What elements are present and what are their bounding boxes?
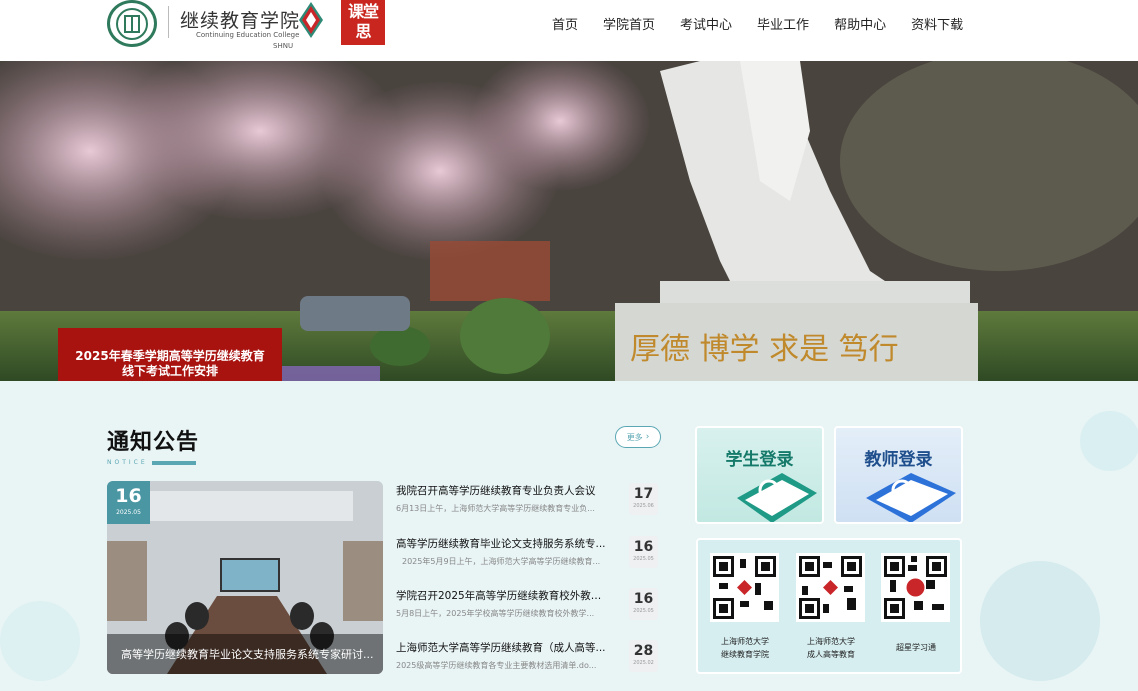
university-seal-logo[interactable] <box>107 0 157 47</box>
student-login-button[interactable]: 学生登录 <box>695 426 824 524</box>
notice-summary: 6月13日上午，上海师范大学高等学历继续教育专业负... <box>396 504 595 513</box>
notice-date-badge: 28 2025.02 <box>629 640 658 672</box>
qr-code-college-image <box>713 556 776 619</box>
teacher-book-icon <box>866 473 956 522</box>
nav-college-home[interactable]: 学院首页 <box>603 14 655 33</box>
notice-date-badge: 17 2025.06 <box>629 483 658 515</box>
notice-year-month: 2025.06 <box>633 503 654 509</box>
college-diamond-logo-icon <box>299 2 323 38</box>
banner-caption-text: 2025年春季学期高等学历继续教育线下考试工作安排 <box>75 349 265 378</box>
notice-year-month: 2025.05 <box>633 556 654 562</box>
nav-exam-center[interactable]: 考试中心 <box>680 14 732 33</box>
qr-label-chaoxing: 超星学习通 <box>871 641 961 654</box>
teacher-login-button[interactable]: 教师登录 <box>834 426 963 524</box>
qr-code-chaoxing[interactable] <box>881 553 950 622</box>
nav-help-center[interactable]: 帮助中心 <box>834 14 886 33</box>
college-name: 继续教育学院 <box>180 10 301 32</box>
site-header: 继续教育学院 Continuing Education College SHNU… <box>0 0 1138 61</box>
qr-code-adult-education[interactable] <box>796 553 865 622</box>
college-abbr: SHNU <box>273 42 294 50</box>
notice-item[interactable]: 我院召开高等学历继续教育专业负责人会议 6月13日上午，上海师范大学高等学历继续… <box>396 483 662 529</box>
student-book-icon <box>737 473 817 522</box>
notice-day: 16 <box>633 539 654 555</box>
nav-downloads[interactable]: 资料下载 <box>911 14 963 33</box>
qr-code-panel: 上海师范大学 继续教育学院 上海师范大学 成人高等教育 超星学习通 <box>696 538 962 674</box>
ketang-logo-text: 课堂思 <box>347 2 379 41</box>
notice-summary: 5月8日上午，2025年学校高等学历继续教育校外教学... <box>396 609 595 618</box>
notice-date-badge: 16 2025.05 <box>629 536 658 568</box>
notice-item[interactable]: 高等学历继续教育毕业论文支持服务系统专... 2025年5月9日上午，上海师范大… <box>396 536 662 582</box>
notices-subtitle: NOTICE <box>107 459 148 466</box>
seal-inner-ring <box>116 7 148 40</box>
featured-day: 16 <box>115 485 142 507</box>
qr-code-college[interactable] <box>710 553 779 622</box>
qr-label-line: 超星学习通 <box>896 643 936 652</box>
hero-banner[interactable]: 厚德 博学 求是 笃行 2025年春季学期高等学历继续教育线下考试工作安排 <box>0 61 1138 381</box>
notice-date-badge: 16 2025.05 <box>629 588 658 620</box>
notices-more-button[interactable]: 更多 › <box>615 426 661 448</box>
qr-label-line: 成人高等教育 <box>807 650 855 659</box>
featured-year-month: 2025.05 <box>116 509 141 516</box>
notices-title-underline <box>152 461 196 465</box>
notice-summary: 2025年5月9日上午，上海师范大学高等学历继续教育... <box>402 557 601 566</box>
notice-year-month: 2025.02 <box>633 660 654 666</box>
notice-title[interactable]: 学院召开2025年高等学历继续教育校外教学... <box>396 588 611 603</box>
notice-day: 16 <box>633 591 654 607</box>
qr-label-college: 上海师范大学 继续教育学院 <box>700 635 790 661</box>
qr-label-adult-education: 上海师范大学 成人高等教育 <box>786 635 876 661</box>
notice-day: 17 <box>633 486 654 502</box>
qr-label-line: 上海师范大学 <box>807 637 855 646</box>
ketang-logo[interactable]: 课堂思 <box>341 0 385 45</box>
featured-date-badge: 16 2025.05 <box>107 481 150 524</box>
nav-graduation[interactable]: 毕业工作 <box>757 14 809 33</box>
featured-notice-card[interactable]: 16 2025.05 高等学历继续教育毕业论文支持服务系统专家研讨... <box>107 481 383 674</box>
qr-label-line: 继续教育学院 <box>721 650 769 659</box>
qr-label-line: 上海师范大学 <box>721 637 769 646</box>
featured-caption[interactable]: 高等学历继续教育毕业论文支持服务系统专家研讨... <box>107 634 383 674</box>
notice-summary: 2025级高等学历继续教育各专业主要教材选用清单.do... <box>396 661 597 670</box>
notice-year-month: 2025.05 <box>633 608 654 614</box>
notice-title[interactable]: 上海师范大学高等学历继续教育（成人高等... <box>396 640 611 655</box>
notice-title[interactable]: 高等学历继续教育毕业论文支持服务系统专... <box>396 536 611 551</box>
banner-caption-box[interactable]: 2025年春季学期高等学历继续教育线下考试工作安排 <box>58 328 282 381</box>
notice-day: 28 <box>633 643 654 659</box>
nav-home[interactable]: 首页 <box>552 14 578 33</box>
notice-title[interactable]: 我院召开高等学历继续教育专业负责人会议 <box>396 483 611 498</box>
main-nav: 首页 学院首页 考试中心 毕业工作 帮助中心 资料下载 <box>552 14 988 33</box>
chevron-right-icon: › <box>645 432 650 442</box>
qr-code-adult-education-image <box>799 556 862 619</box>
notice-item[interactable]: 学院召开2025年高等学历继续教育校外教学... 5月8日上午，2025年学校高… <box>396 588 662 634</box>
college-english-name: Continuing Education College <box>196 31 300 39</box>
notice-item[interactable]: 上海师范大学高等学历继续教育（成人高等... 2025级高等学历继续教育各专业主… <box>396 640 662 686</box>
qr-code-chaoxing-image <box>884 556 947 619</box>
seal-emblem-icon <box>124 14 140 33</box>
logo-divider <box>168 6 169 38</box>
monument-inscription: 厚德 博学 求是 笃行 <box>630 332 899 367</box>
more-label: 更多 <box>626 432 643 442</box>
notices-title: 通知公告 <box>107 430 200 455</box>
